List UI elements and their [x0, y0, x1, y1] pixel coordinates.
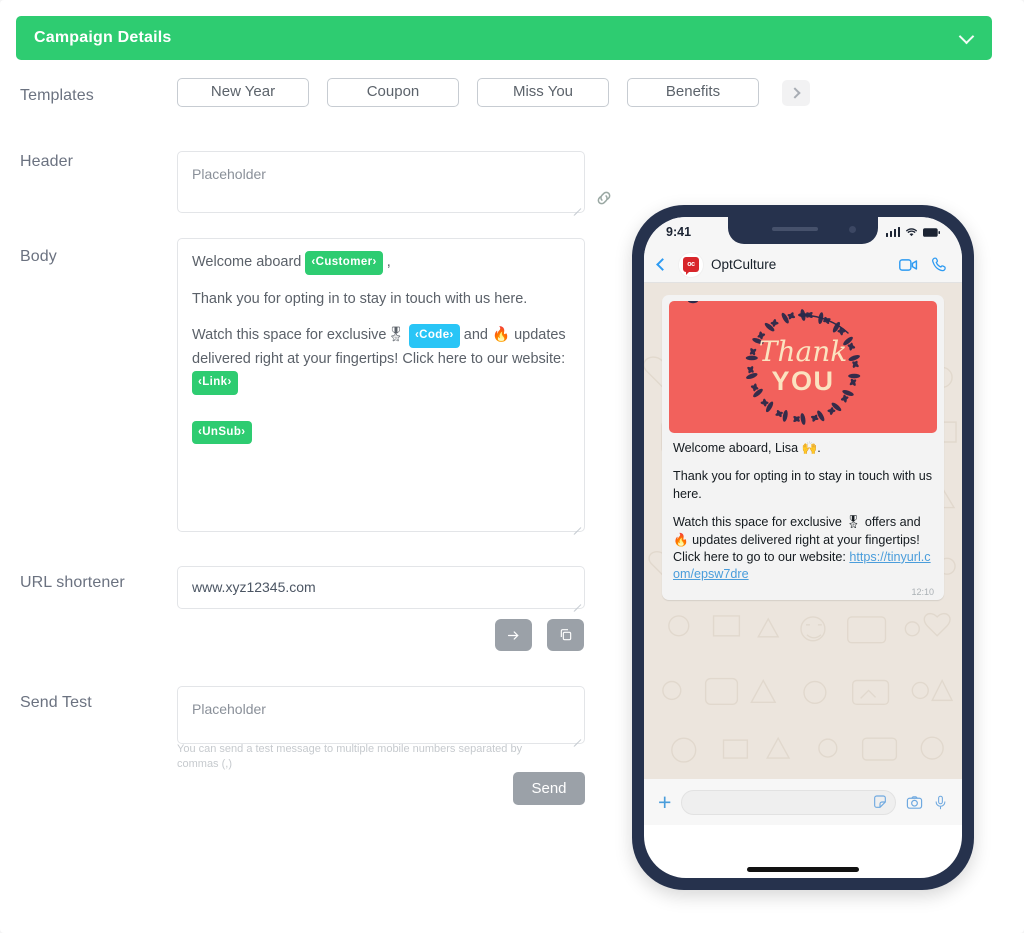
resize-grip[interactable] [572, 200, 582, 210]
message-line-3: Watch this space for exclusive 🎖 offers … [673, 514, 933, 584]
campaign-details-header[interactable]: Campaign Details [16, 16, 992, 60]
message-text: Welcome aboard, Lisa 🙌. Thank you for op… [669, 433, 937, 584]
body-line-3: Watch this space for exclusive🎖 ‹Code› a… [192, 324, 570, 395]
phone-screen: 9:41 oc OptCulture Thank YOU Welcome abo… [644, 217, 962, 878]
chat-header: oc OptCulture [644, 247, 962, 283]
body-line-2: Thank you for opting in to stay in touch… [192, 290, 528, 307]
speaker-icon [772, 227, 818, 231]
microphone-icon [935, 795, 946, 809]
send-test-input[interactable]: Placeholder [177, 686, 585, 744]
optculture-logo-icon: oc [683, 257, 699, 275]
header-input[interactable]: Placeholder [177, 151, 585, 213]
wifi-icon [905, 227, 918, 236]
url-shortener-value: www.xyz12345.com [192, 579, 316, 595]
chat-input-bar: + [644, 779, 962, 825]
sticker-icon [874, 795, 886, 808]
message-line-2: Thank you for opting in to stay in touch… [673, 469, 933, 501]
battery-icon [923, 227, 940, 237]
cellular-signal-icon [885, 227, 900, 237]
message-bubble: Thank YOU Welcome aboard, Lisa 🙌. Thank … [662, 295, 944, 600]
url-copy-button[interactable] [547, 619, 584, 651]
chevron-down-icon[interactable] [960, 31, 974, 45]
tag-code[interactable]: ‹Code› [408, 324, 460, 348]
phone-preview: 9:41 oc OptCulture Thank YOU Welcome abo… [632, 205, 974, 890]
video-call-icon [899, 258, 918, 271]
tag-unsub[interactable]: ‹UnSub› [192, 420, 252, 445]
thank-you-card-image: Thank YOU [669, 301, 937, 433]
thank-you-block-text: YOU [771, 365, 835, 396]
template-pill-new-year[interactable]: New Year [177, 78, 309, 107]
status-time: 9:41 [666, 225, 692, 239]
unsub-row: ‹UnSub› [192, 420, 570, 445]
templates-next-button[interactable] [782, 79, 810, 106]
send-test-placeholder: Placeholder [192, 701, 266, 717]
phone-notch [728, 217, 878, 244]
avatar[interactable]: oc [679, 252, 703, 277]
tag-customer[interactable]: ‹Customer› [305, 251, 383, 275]
send-test-label: Send Test [20, 694, 92, 711]
back-chevron-icon[interactable] [656, 258, 669, 271]
home-indicator [747, 867, 859, 872]
send-test-helper: You can send a test message to multiple … [177, 743, 523, 770]
arrow-right-icon [507, 630, 519, 640]
thank-you-script-text: Thank [758, 335, 848, 369]
body-line-3-pre: Watch this space for exclusive🎖 [192, 327, 405, 344]
plus-icon[interactable]: + [658, 790, 671, 814]
header-label: Header [20, 153, 74, 170]
templates-row: New Year Coupon Miss You Benefits [177, 78, 810, 107]
body-line-1-text: Welcome aboard [192, 254, 302, 270]
tag-link[interactable]: ‹Link› [192, 371, 238, 395]
status-icons [885, 227, 940, 238]
camera-icon [906, 795, 923, 809]
templates-label: Templates [20, 87, 94, 104]
template-pill-miss-you[interactable]: Miss You [477, 78, 609, 107]
message-timestamp: 12:10 [911, 586, 934, 597]
url-go-button[interactable] [495, 619, 532, 651]
front-camera-icon [849, 226, 856, 233]
chat-actions [899, 256, 948, 273]
page-title: Campaign Details [34, 29, 172, 46]
link-icon[interactable] [594, 188, 614, 208]
body-label: Body [20, 248, 57, 265]
chat-area: Thank YOU Welcome aboard, Lisa 🙌. Thank … [644, 283, 962, 779]
resize-grip[interactable] [572, 519, 582, 529]
template-pill-benefits[interactable]: Benefits [627, 78, 759, 107]
send-button[interactable]: Send [513, 772, 585, 805]
chat-message-input[interactable] [681, 789, 896, 815]
header-placeholder: Placeholder [192, 166, 266, 182]
url-shortener-input[interactable]: www.xyz12345.com [177, 566, 585, 609]
resize-grip[interactable] [572, 731, 582, 741]
phone-call-icon [932, 257, 946, 272]
template-pill-coupon[interactable]: Coupon [327, 78, 459, 107]
campaign-details-page: Campaign Details Templates New Year Coup… [0, 0, 1024, 933]
body-line-1: Welcome aboard ‹Customer› , [192, 251, 570, 275]
message-line-1: Welcome aboard, Lisa 🙌. [673, 441, 821, 455]
body-editor[interactable]: Welcome aboard ‹Customer› , Thank you fo… [177, 238, 585, 532]
copy-icon [560, 629, 571, 641]
chevron-right-icon [788, 86, 801, 99]
url-shortener-label: URL shortener [20, 574, 125, 591]
contact-name: OptCulture [711, 257, 777, 272]
body-line-1-comma: , [386, 254, 391, 270]
